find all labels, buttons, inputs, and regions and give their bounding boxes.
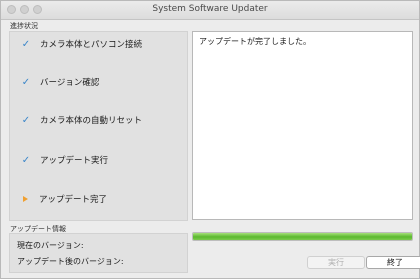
checkmark-icon: ✓ (21, 114, 31, 126)
step-label: アップデート完了 (39, 195, 108, 205)
exit-button[interactable]: 終了 (366, 256, 420, 269)
after-version-row: アップデート後のバージョン: (17, 256, 124, 267)
step-label: アップデート実行 (40, 156, 109, 166)
updater-window: System Software Updater 進捗状況 ✓ カメラ本体とパソコ… (0, 0, 420, 279)
log-text: アップデートが完了しました。 (199, 37, 311, 46)
window-title: System Software Updater (152, 4, 268, 14)
after-version-label: アップデート後のバージョン: (17, 257, 124, 266)
arrow-right-icon (23, 196, 28, 202)
progress-fill (193, 233, 412, 240)
progress-steps-panel: ✓ カメラ本体とパソコン接続 ✓ バージョン確認 ✓ カメラ本体の自動リセット … (9, 31, 188, 221)
run-button[interactable]: 実行 (307, 256, 365, 269)
current-version-label: 現在のバージョン: (17, 241, 84, 250)
update-info-panel: 現在のバージョン: アップデート後のバージョン: (9, 233, 188, 273)
step-label: カメラ本体とパソコン接続 (40, 40, 143, 50)
step-update-run: ✓ アップデート実行 (20, 153, 108, 167)
step-label: バージョン確認 (40, 78, 100, 88)
current-version-row: 現在のバージョン: (17, 240, 84, 251)
step-auto-reset: ✓ カメラ本体の自動リセット (20, 113, 142, 127)
progress-section-label: 進捗状況 (10, 22, 38, 30)
step-label: カメラ本体の自動リセット (40, 116, 143, 126)
step-camera-connection: ✓ カメラ本体とパソコン接続 (20, 37, 142, 51)
checkmark-icon: ✓ (21, 76, 31, 88)
checkmark-icon: ✓ (21, 154, 31, 166)
step-version-check: ✓ バージョン確認 (20, 75, 100, 89)
title-bar: System Software Updater (1, 1, 419, 20)
checkmark-icon: ✓ (21, 38, 31, 50)
status-log: アップデートが完了しました。 (192, 31, 413, 220)
step-update-complete: アップデート完了 (20, 192, 107, 206)
update-progress-bar (192, 232, 413, 241)
